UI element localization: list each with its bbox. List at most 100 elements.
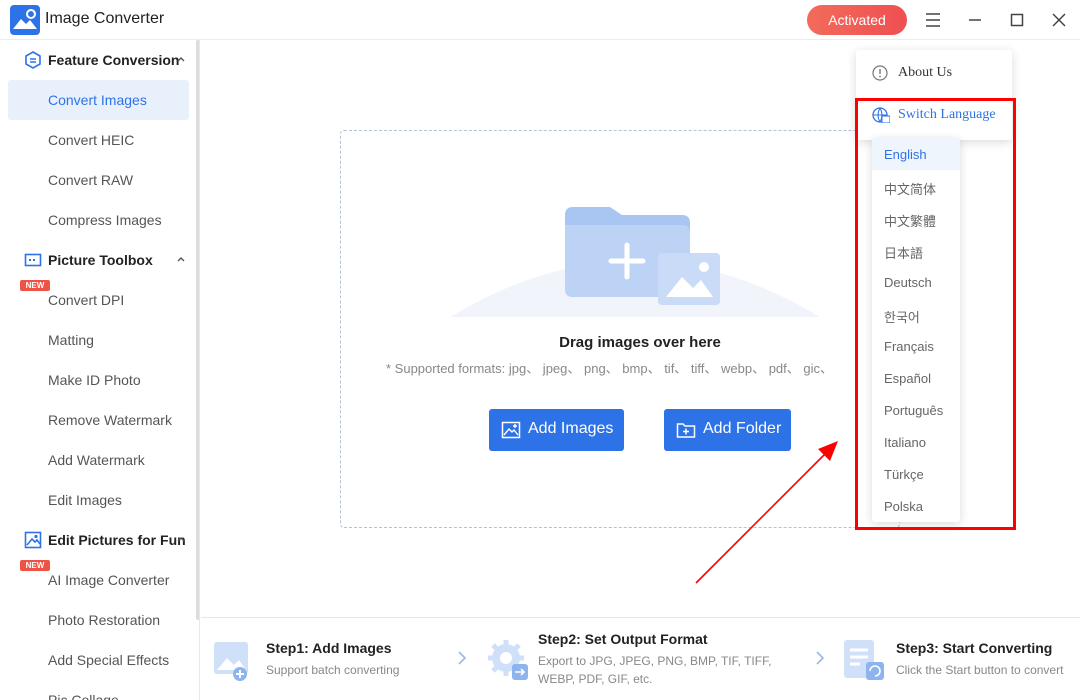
sidebar-item-label: Compress Images — [48, 212, 162, 228]
chevron-up-icon[interactable] — [176, 534, 186, 544]
step2-desc: Export to JPG, JPEG, PNG, BMP, TIF, TIFF… — [538, 654, 772, 686]
language-option-label: Deutsch — [884, 275, 932, 290]
app-title: Image Converter — [45, 10, 165, 27]
chevron-up-icon[interactable] — [176, 54, 186, 64]
language-option-chinese-simplified[interactable]: 中文简体 — [872, 170, 960, 202]
chevron-right-icon — [458, 651, 467, 665]
sidebar-item-compress-images[interactable]: Compress Images — [8, 200, 189, 240]
menu-item-switch-language[interactable]: Switch Language — [856, 94, 1012, 134]
language-option-label: 日本語 — [884, 246, 924, 261]
add-images-step-icon — [214, 642, 248, 681]
sidebar-item-ai-image-converter[interactable]: AI Image Converter — [8, 560, 189, 600]
step1-title: Step1: Add Images — [266, 640, 392, 656]
switch-language-label: Switch Language — [898, 107, 996, 122]
sidebar-item-edit-images[interactable]: Edit Images — [8, 480, 189, 520]
section-label: Picture Toolbox — [48, 252, 153, 268]
language-option-label: Français — [884, 339, 934, 354]
sidebar-item-label: Make ID Photo — [48, 372, 141, 388]
sidebar-item-label: Convert Images — [48, 92, 147, 108]
menu-item-about-us[interactable]: About Us — [856, 52, 1012, 92]
language-option-label: Português — [884, 403, 944, 418]
annotation-arrow-icon — [695, 441, 838, 584]
maximize-icon[interactable] — [1007, 10, 1027, 30]
chevron-right-icon — [816, 651, 825, 665]
sidebar-item-label: Matting — [48, 332, 94, 348]
section-label: Edit Pictures for Fun — [48, 532, 186, 548]
step2-title: Step2: Set Output Format — [538, 631, 708, 647]
language-option-italian[interactable]: Italiano — [872, 426, 960, 458]
sidebar-item-label: Pic Collage — [48, 692, 119, 700]
sidebar: Feature Conversion Convert Images Conver… — [0, 40, 200, 700]
sidebar-item-matting[interactable]: Matting — [8, 320, 189, 360]
sidebar-item-label: Edit Images — [48, 492, 122, 508]
language-option-portuguese[interactable]: Português — [872, 394, 960, 426]
title-bar: Image Converter Activated — [0, 0, 1080, 40]
sidebar-item-convert-dpi[interactable]: Convert DPI — [8, 280, 189, 320]
sidebar-item-convert-raw[interactable]: Convert RAW — [8, 160, 189, 200]
info-icon — [872, 65, 888, 81]
add-images-button[interactable]: Add Images — [489, 409, 624, 451]
chevron-up-icon[interactable] — [176, 254, 186, 264]
app-logo-icon — [10, 5, 40, 35]
sidebar-item-convert-images[interactable]: Convert Images — [8, 80, 189, 120]
language-option-english[interactable]: English — [872, 138, 960, 170]
language-list: English 中文简体 中文繁體 日本語 Deutsch 한국어 França… — [872, 138, 960, 522]
language-option-label: Español — [884, 371, 931, 386]
sidebar-item-add-special-effects[interactable]: Add Special Effects — [8, 640, 189, 680]
language-globe-icon — [872, 107, 890, 123]
sidebar-item-label: Add Watermark — [48, 452, 145, 468]
picture-toolbox-icon — [24, 253, 42, 267]
step1-desc: Support batch converting — [266, 663, 400, 677]
section-picture-toolbox[interactable]: Picture Toolbox — [0, 240, 196, 280]
step3-title: Step3: Start Converting — [896, 640, 1053, 656]
language-option-label: 한국어 — [884, 310, 920, 325]
step3-desc: Click the Start button to convert — [896, 663, 1064, 677]
language-option-label: Türkçe — [884, 467, 924, 482]
sidebar-item-label: Convert DPI — [48, 292, 125, 308]
section-edit-pictures-for-fun[interactable]: Edit Pictures for Fun — [0, 520, 196, 560]
section-label: Feature Conversion — [48, 52, 180, 68]
sidebar-item-pic-collage[interactable]: Pic Collage — [8, 680, 189, 700]
sidebar-item-convert-heic[interactable]: Convert HEIC — [8, 120, 189, 160]
start-converting-step-icon — [844, 640, 884, 680]
language-option-french[interactable]: Français — [872, 330, 960, 362]
section-feature-conversion[interactable]: Feature Conversion — [0, 40, 196, 80]
sidebar-item-label: Remove Watermark — [48, 412, 172, 428]
edit-pictures-icon — [24, 531, 42, 549]
drag-images-text: Drag images over here — [559, 334, 721, 351]
language-option-spanish[interactable]: Español — [872, 362, 960, 394]
language-option-polish[interactable]: Polska — [872, 490, 960, 522]
language-option-german[interactable]: Deutsch — [872, 266, 960, 298]
language-option-korean[interactable]: 한국어 — [872, 298, 960, 330]
hamburger-menu-icon[interactable] — [923, 10, 943, 30]
sidebar-item-label: Photo Restoration — [48, 612, 161, 628]
sidebar-item-add-watermark[interactable]: Add Watermark — [8, 440, 189, 480]
about-us-label: About Us — [898, 65, 953, 80]
language-option-japanese[interactable]: 日本語 — [872, 234, 960, 266]
sidebar-item-label: AI Image Converter — [48, 572, 170, 588]
add-images-label: Add Images — [528, 420, 614, 437]
language-option-label: 中文简体 — [884, 182, 937, 197]
supported-formats-text: * Supported formats: jpg、 jpeg、 png、 bmp… — [386, 361, 834, 376]
main-menu-dropdown: About Us Switch Language — [856, 50, 1012, 140]
folder-image-illustration — [450, 207, 820, 317]
sidebar-item-label: Add Special Effects — [48, 652, 170, 668]
language-option-label: Italiano — [884, 435, 926, 450]
sidebar-item-make-id-photo[interactable]: Make ID Photo — [8, 360, 189, 400]
language-option-label: English — [884, 147, 927, 162]
close-icon[interactable] — [1049, 10, 1069, 30]
minimize-icon[interactable] — [965, 10, 985, 30]
language-option-chinese-traditional[interactable]: 中文繁體 — [872, 202, 960, 234]
sidebar-scrollbar[interactable] — [196, 40, 199, 620]
add-image-icon — [501, 421, 521, 439]
language-option-turkish[interactable]: Türkçe — [872, 458, 960, 490]
sidebar-item-remove-watermark[interactable]: Remove Watermark — [8, 400, 189, 440]
sidebar-item-photo-restoration[interactable]: Photo Restoration — [8, 600, 189, 640]
settings-step-icon — [488, 640, 528, 680]
language-option-label: Polska — [884, 499, 924, 514]
sidebar-item-label: Convert HEIC — [48, 132, 135, 148]
language-option-label: 中文繁體 — [884, 214, 937, 229]
sidebar-item-label: Convert RAW — [48, 172, 134, 188]
activated-button[interactable]: Activated — [807, 5, 907, 35]
feature-conversion-icon — [25, 51, 41, 69]
